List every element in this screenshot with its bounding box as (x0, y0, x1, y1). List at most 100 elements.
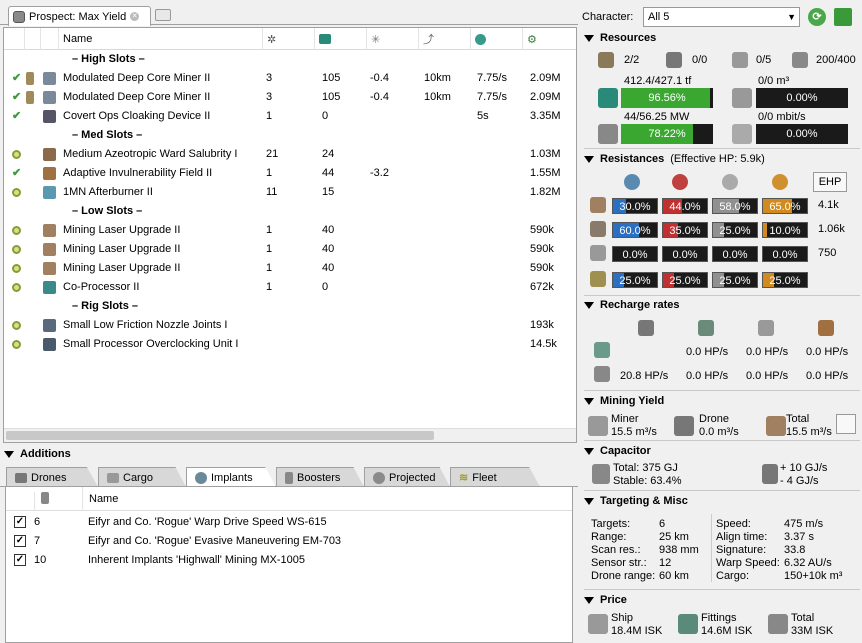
online-state-icon[interactable] (12, 278, 26, 297)
module-row[interactable]: Small Processor Overclocking Unit I 14.5k (4, 335, 576, 354)
module-name: 1MN Afterburner II (63, 186, 153, 198)
module-row[interactable]: Mining Laser Upgrade II 1 40 590k (4, 240, 576, 259)
active-state-icon[interactable]: ✔ (12, 88, 26, 107)
recharge-header[interactable]: Recharge rates (584, 299, 680, 311)
collapse-icon[interactable] (584, 497, 594, 505)
collapse-icon[interactable] (584, 301, 594, 309)
column-price-icon[interactable]: ⚙ (522, 28, 576, 50)
module-icon (43, 164, 59, 183)
refresh-icon[interactable]: ⟳ (808, 8, 826, 26)
module-row[interactable]: Medium Azeotropic Ward Salubrity I 21 24 1.… (4, 145, 576, 164)
capacitor-header[interactable]: Capacitor (584, 445, 651, 457)
active-state-icon[interactable]: ✔ (12, 164, 26, 183)
resist-bar: 10.0% (762, 222, 808, 238)
module-row[interactable]: ✔ Modulated Deep Core Miner II 3 105 -0.4 10k… (4, 88, 576, 107)
implant-checkbox[interactable]: ✓ (14, 513, 26, 532)
collapse-icon[interactable] (584, 34, 594, 42)
launcher-count: 0/0 (692, 54, 708, 66)
tab-projected[interactable]: Projected (364, 467, 450, 487)
column-slot[interactable] (34, 492, 74, 510)
module-name: Mining Laser Upgrade II (63, 243, 181, 255)
slot-section-label: – Med Slots – (72, 129, 143, 141)
active-state-icon[interactable]: ✔ (12, 107, 26, 126)
damage-pattern-icon[interactable] (590, 271, 606, 287)
resistances-header[interactable]: Resistances (Effective HP: 5.9k) (584, 153, 765, 165)
column-pg-icon[interactable] (314, 28, 366, 50)
tab-cargo[interactable]: Cargo (98, 467, 186, 487)
implant-slot-icon (41, 492, 49, 504)
slot-section-rig[interactable]: – Rig Slots – (4, 297, 576, 316)
shield-sustained-rate: 20.8 HP/s (620, 370, 669, 382)
ehp-button[interactable]: EHP (813, 172, 847, 192)
close-icon[interactable]: ✕ (130, 12, 140, 21)
character-editor-icon[interactable] (834, 8, 852, 26)
implant-row[interactable]: ✓ 10 Inherent Implants 'Highwall' Mining M… (6, 551, 572, 570)
module-icon (43, 240, 59, 259)
module-row[interactable]: 1MN Afterburner II 11 15 1.82M (4, 183, 576, 202)
online-state-icon[interactable] (12, 316, 26, 335)
slot-section-med[interactable]: – Med Slots – (4, 126, 576, 145)
powergrid-bar: 78.22% (621, 124, 713, 144)
character-select[interactable]: All 5 ▼ (643, 7, 800, 27)
drone-yield: Drone 0.0 m³/s (699, 413, 739, 438)
armor-icon (698, 320, 714, 336)
collapse-icon[interactable] (4, 450, 14, 458)
module-row[interactable]: Mining Laser Upgrade II 1 40 590k (4, 259, 576, 278)
active-state-icon[interactable]: ✔ (12, 69, 26, 88)
module-row[interactable]: ✔ Modulated Deep Core Miner II 3 105 -0.4 10k… (4, 69, 576, 88)
scrollbar-thumb[interactable] (6, 431, 434, 440)
online-state-icon[interactable] (12, 259, 26, 278)
column-cap-icon[interactable]: ✳ (366, 28, 418, 50)
implant-slot: 6 (34, 516, 41, 528)
column-cpu-icon[interactable]: ✲ (262, 28, 314, 50)
module-icon (43, 335, 59, 354)
tab-boosters[interactable]: Boosters (276, 467, 364, 487)
drone-bay-text: 0/0 m³ (758, 75, 790, 87)
tab-fleet[interactable]: ≋ Fleet (450, 467, 540, 487)
targeting-header[interactable]: Targeting & Misc (584, 495, 688, 507)
fit-tab[interactable]: Prospect: Max Yield ✕ (8, 6, 151, 26)
targeting-value: 60 km (659, 570, 689, 582)
charge-icon (26, 69, 40, 88)
hull-reinforced-rate: 0.0 HP/s (746, 346, 789, 358)
resources-header[interactable]: Resources (584, 32, 656, 44)
powergrid-icon (598, 88, 618, 108)
module-row[interactable]: ✔ Adaptive Invulnerability Field II 1 44 -3.… (4, 164, 576, 183)
price-header[interactable]: Price (584, 594, 627, 606)
mining-header[interactable]: Mining Yield (584, 395, 664, 407)
online-state-icon[interactable] (12, 240, 26, 259)
online-state-icon[interactable] (12, 335, 26, 354)
column-range-icon[interactable]: ⤴ (418, 28, 470, 50)
implant-row[interactable]: ✓ 7 Eifyr and Co. 'Rogue' Evasive Maneuver… (6, 532, 572, 551)
module-price: 3.35M (530, 110, 561, 122)
module-price: 193k (530, 319, 554, 331)
collapse-icon[interactable] (584, 397, 594, 405)
module-row[interactable]: ✔ Covert Ops Cloaking Device II 1 0 5s 3.35M (4, 107, 576, 126)
column-cycle-icon[interactable] (470, 28, 522, 50)
module-row[interactable]: Small Low Friction Nozzle Joints I 193k (4, 316, 576, 335)
online-state-icon[interactable] (12, 145, 26, 164)
new-tab-icon[interactable] (155, 9, 171, 21)
module-c2: 105 (322, 72, 341, 84)
collapse-icon[interactable] (584, 155, 594, 163)
implant-row[interactable]: ✓ 6 Eifyr and Co. 'Rogue' Warp Drive Speed… (6, 513, 572, 532)
online-state-icon[interactable] (12, 221, 26, 240)
collapse-icon[interactable] (584, 596, 594, 604)
online-state-icon[interactable] (12, 183, 26, 202)
tab-drones[interactable]: Drones (6, 467, 98, 487)
drone-bay-icon (732, 88, 752, 108)
slot-section-low[interactable]: – Low Slots – (4, 202, 576, 221)
toggle-mining-button[interactable] (836, 414, 856, 434)
column-name[interactable]: Name (82, 487, 562, 511)
implant-checkbox[interactable]: ✓ (14, 551, 26, 570)
tab-implants[interactable]: Implants (186, 467, 276, 487)
module-c2: 40 (322, 224, 335, 236)
module-row[interactable]: Co-Processor II 1 0 672k (4, 278, 576, 297)
module-row[interactable]: Mining Laser Upgrade II 1 40 590k (4, 221, 576, 240)
slot-section-high[interactable]: – High Slots – (4, 50, 576, 69)
horizontal-scrollbar[interactable] (4, 428, 576, 442)
column-name[interactable]: Name (58, 28, 262, 50)
additions-header[interactable]: Additions (4, 448, 71, 460)
implant-checkbox[interactable]: ✓ (14, 532, 26, 551)
collapse-icon[interactable] (584, 447, 594, 455)
